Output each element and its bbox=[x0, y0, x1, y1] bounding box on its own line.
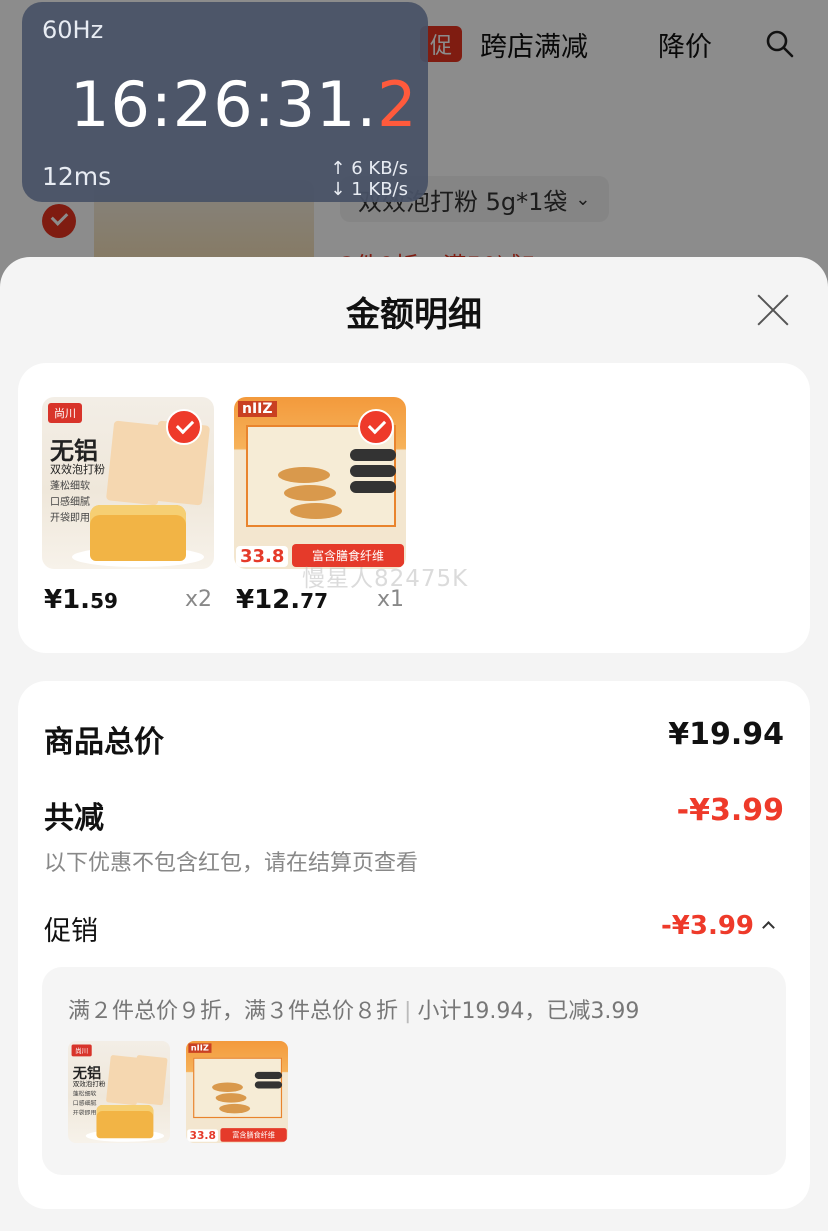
biscuit-graphic bbox=[290, 503, 342, 519]
product-image-biscuits: nIIZ 33.8 富含膳食纤维 bbox=[234, 397, 406, 569]
feature-chip bbox=[350, 481, 396, 493]
discount-note: 以下优惠不包含红包，请在结算页查看 bbox=[44, 851, 419, 876]
cake-graphic bbox=[90, 505, 186, 561]
product-image-tag: 口感细腻 bbox=[50, 497, 90, 508]
promotion-value[interactable]: -¥3.99 bbox=[661, 911, 754, 941]
checkmark-icon bbox=[166, 409, 202, 445]
package-ribbon: 富含膳食纤维 bbox=[220, 1128, 287, 1142]
feature-chip bbox=[350, 449, 396, 461]
biscuit-graphic bbox=[219, 1103, 251, 1114]
product-price-int: ¥12. bbox=[236, 585, 301, 615]
total-discount-value: -¥3.99 bbox=[676, 793, 784, 828]
network-speed: ↑ 6 KB/s ↓ 1 KB/s bbox=[330, 158, 408, 200]
product-image-baking-powder: 尚川 无铝 双效泡打粉 蓬松细软 口感细腻 开袋即用 bbox=[42, 397, 214, 569]
promotion-subtotal: 小计19.94，已减3.99 bbox=[417, 999, 640, 1024]
total-price-value: ¥19.94 bbox=[668, 717, 784, 752]
feature-chip bbox=[350, 465, 396, 477]
biscuit-graphic bbox=[278, 467, 330, 483]
product-image-tag: 开袋即用 bbox=[72, 1109, 97, 1117]
promotion-detail-text: 满２件总价９折，满３件总价８折 | 小计19.94，已减3.99 bbox=[68, 993, 639, 1025]
brand-label: 尚川 bbox=[48, 403, 82, 423]
product-image-baking-powder: 尚川 无铝 双效泡打粉 蓬松细软 口感细腻 开袋即用 bbox=[68, 1041, 170, 1143]
product-image-tag: 口感细腻 bbox=[72, 1100, 97, 1107]
promotion-product-thumbnail: 尚川 无铝 双效泡打粉 蓬松细软 口感细腻 开袋即用 bbox=[68, 1041, 170, 1143]
product-image-subtitle: 双效泡打粉 bbox=[50, 463, 105, 476]
package-price-chip: 33.8 bbox=[187, 1129, 219, 1142]
upload-speed: ↑ 6 KB/s bbox=[330, 158, 408, 179]
brand-logo: nIIZ bbox=[238, 401, 277, 417]
total-discount-label: 共减 bbox=[44, 801, 104, 836]
clock-tenths: 2 bbox=[377, 68, 418, 141]
product-price-decimal: 59 bbox=[90, 589, 118, 613]
checkmark-icon bbox=[358, 409, 394, 445]
promotion-label: 促销 bbox=[44, 916, 98, 947]
performance-overlay: 60Hz 16:26:31.2 12ms ↑ 6 KB/s ↓ 1 KB/s bbox=[22, 2, 428, 202]
product-package-graphic bbox=[132, 1054, 168, 1106]
biscuit-graphic bbox=[284, 485, 336, 501]
sheet-title: 金额明细 bbox=[346, 295, 482, 335]
close-icon[interactable] bbox=[756, 293, 790, 327]
product-item[interactable]: 尚川 无铝 双效泡打粉 蓬松细软 口感细腻 开袋即用 ¥1.59 x2 bbox=[42, 397, 214, 615]
promotion-rule: 满２件总价９折，满３件总价８折 bbox=[68, 999, 399, 1024]
feature-chip bbox=[254, 1071, 283, 1079]
product-image-tag: 开袋即用 bbox=[50, 513, 90, 524]
clock-readout: 16:26:31.2 bbox=[70, 68, 418, 141]
latency-readout: 12ms bbox=[42, 162, 112, 191]
chevron-up-icon[interactable] bbox=[762, 919, 774, 931]
clock-main: 16:26:31. bbox=[70, 68, 378, 141]
product-image-subtitle: 双效泡打粉 bbox=[72, 1080, 106, 1088]
product-quantity: x2 bbox=[184, 587, 212, 612]
watermark: 慢星人82475K bbox=[302, 566, 469, 592]
product-price: ¥1.59 bbox=[44, 585, 118, 615]
brand-logo: nIIZ bbox=[188, 1043, 212, 1053]
download-speed: ↓ 1 KB/s bbox=[330, 179, 408, 200]
selected-products-card: 尚川 无铝 双效泡打粉 蓬松细软 口感细腻 开袋即用 ¥1.59 x2 nIIZ bbox=[18, 363, 810, 653]
total-price-label: 商品总价 bbox=[44, 725, 164, 760]
product-image-tag: 蓬松细软 bbox=[72, 1090, 97, 1098]
product-image-biscuits: nIIZ 33.8 富含膳食纤维 bbox=[186, 1041, 288, 1143]
biscuit-graphic bbox=[215, 1093, 247, 1103]
product-price-int: ¥1. bbox=[44, 585, 91, 615]
biscuit-graphic bbox=[212, 1082, 243, 1092]
package-price-chip: 33.8 bbox=[236, 546, 289, 567]
cake-graphic bbox=[96, 1105, 154, 1139]
product-item[interactable]: nIIZ 33.8 富含膳食纤维 ¥12.77 x1 bbox=[234, 397, 406, 615]
feature-chip bbox=[254, 1081, 283, 1089]
promotion-product-thumbnail: nIIZ 33.8 富含膳食纤维 bbox=[186, 1041, 288, 1143]
amount-detail-sheet: 金额明细 尚川 无铝 双效泡打粉 蓬松细软 口感细腻 开袋即用 ¥1.59 x2 bbox=[0, 257, 828, 1231]
product-image-tag: 蓬松细软 bbox=[50, 481, 90, 492]
promotion-detail-box: 满２件总价９折，满３件总价８折 | 小计19.94，已减3.99 尚川 无铝 双效泡… bbox=[42, 967, 786, 1175]
refresh-rate-label: 60Hz bbox=[42, 16, 104, 44]
brand-label: 尚川 bbox=[71, 1044, 92, 1057]
price-summary-card: 商品总价 ¥19.94 共减 -¥3.99 以下优惠不包含红包，请在结算页查看 … bbox=[18, 681, 810, 1209]
divider: | bbox=[404, 999, 412, 1024]
